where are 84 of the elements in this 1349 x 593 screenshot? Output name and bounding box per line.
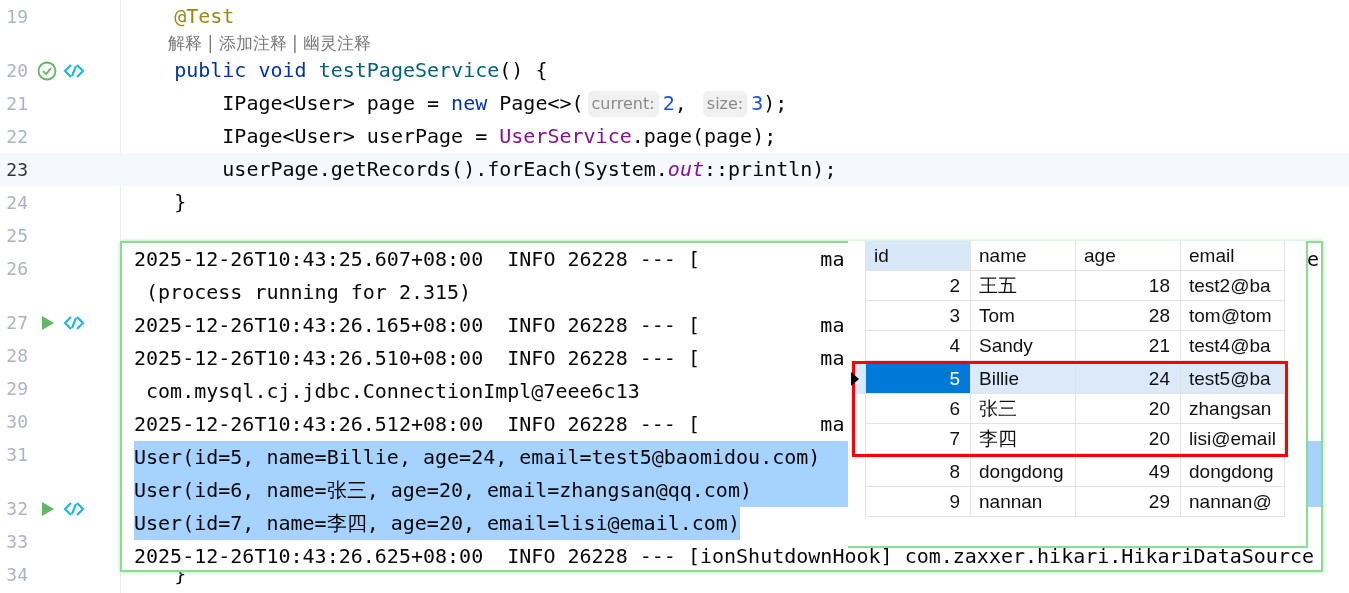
line-number: 30 <box>5 410 28 434</box>
table-cell: lisi@email <box>1181 424 1285 454</box>
console-line: 2025-12-26T10:43:25.607+08:00 INFO 26228 --- [ ma <box>134 246 845 273</box>
table-cell: 20 <box>1076 424 1181 454</box>
table-cell: tom@tom <box>1181 301 1285 331</box>
table-cell: 5 <box>866 364 971 394</box>
code-text: public void <box>173 57 308 84</box>
code-text: Page<>( <box>498 90 584 117</box>
code-text: ::println); <box>704 156 837 183</box>
line-number: 31 <box>5 443 28 467</box>
code-text: @Test <box>173 3 235 30</box>
code-text: , <box>674 90 688 117</box>
line-number: 19 <box>5 5 28 29</box>
console-text: e <box>1306 246 1320 273</box>
code-text: IPage<User> userPage = <box>221 123 489 150</box>
line-number: 27 <box>5 311 28 335</box>
table-cell: 4 <box>866 331 971 361</box>
table-cell: dongdong <box>971 457 1076 487</box>
line-number: 24 <box>5 191 28 215</box>
table-cell: 6 <box>866 394 971 424</box>
line-number: 33 <box>5 530 28 554</box>
console-line: 2025-12-26T10:43:26.512+08:00 INFO 26228 --- [ ma <box>134 411 845 438</box>
table-cell: 王五 <box>971 271 1076 301</box>
table-cell: 8 <box>866 457 971 487</box>
column-header[interactable]: name <box>971 241 1076 271</box>
console-line: User(id=5, name=Billie, age=24, email=test5@baomidou.com) <box>134 444 821 471</box>
table-cell: 24 <box>1076 364 1181 394</box>
table-cell: 18 <box>1076 271 1181 301</box>
table-cell: dongdong <box>1181 457 1285 487</box>
line-number: 21 <box>5 92 28 116</box>
line-number: 29 <box>5 377 28 401</box>
table-cell: nannan <box>971 487 1076 517</box>
check-circle-icon[interactable] <box>37 60 57 81</box>
code-text: () { <box>499 57 548 84</box>
line-number: 23 <box>5 158 28 182</box>
parameter-hint: size: <box>702 90 748 117</box>
table-cell: 2 <box>866 271 971 301</box>
code-text: out <box>667 156 704 183</box>
table-cell: test4@ba <box>1181 331 1285 361</box>
table-cell: Billie <box>971 364 1076 394</box>
line-number: 28 <box>5 344 28 368</box>
code-text: UserService <box>499 123 632 150</box>
code-text: userPage.getRecords().forEach(System. <box>221 156 668 183</box>
column-header[interactable]: email <box>1181 241 1285 271</box>
code-text: ); <box>763 90 788 117</box>
table-cell: 20 <box>1076 394 1181 424</box>
table-cell: 21 <box>1076 331 1181 361</box>
code-text: new <box>451 90 488 117</box>
table-cell: test2@ba <box>1181 271 1285 301</box>
table-cell: zhangsan <box>1181 394 1285 424</box>
table-cell: 28 <box>1076 301 1181 331</box>
table-cell: 3 <box>866 301 971 331</box>
line-number: 26 <box>5 257 28 281</box>
console-line: 2025-12-26T10:43:26.510+08:00 INFO 26228 --- [ ma <box>134 345 845 372</box>
console-line: (process running for 2.315) <box>145 279 472 306</box>
parameter-hint: current: <box>587 90 659 117</box>
code-text: 3 <box>751 90 764 117</box>
console-line: 2025-12-26T10:43:26.165+08:00 INFO 26228 --- [ ma <box>134 312 845 339</box>
line-number: 34 <box>5 563 28 587</box>
line-number: 25 <box>5 224 28 248</box>
console-line: com.mysql.cj.jdbc.ConnectionImpl@7eee6c13 <box>145 378 640 405</box>
line-number: 22 <box>5 125 28 149</box>
console-line: User(id=6, name=张三, age=20, email=zhangsan@qq.com) <box>134 477 752 504</box>
line-number: 20 <box>5 59 28 83</box>
table-cell: 7 <box>866 424 971 454</box>
console-line: 2025-12-26T10:43:26.625+08:00 INFO 26228 --- [ionShutdownHook] com.zaxxer.hikari.HikariDataSource <box>134 543 1315 570</box>
table-cell: 李四 <box>971 424 1076 454</box>
code-text: } <box>173 189 187 216</box>
code-text: .page(page); <box>631 123 777 150</box>
table-cell: 49 <box>1076 457 1181 487</box>
code-text: IPage<User> page = <box>221 90 441 117</box>
column-header[interactable]: age <box>1076 241 1181 271</box>
table-cell: nannan@ <box>1181 487 1285 517</box>
table-cell: test5@ba <box>1181 364 1285 394</box>
table-cell: Sandy <box>971 331 1076 361</box>
code-text: testPageService <box>318 57 500 84</box>
column-header[interactable]: id <box>866 241 971 271</box>
table-cell: 9 <box>866 487 971 517</box>
code-vision-hint[interactable]: 解释 | 添加注释 | 幽灵注释 <box>120 33 1349 54</box>
table-cell: 29 <box>1076 487 1181 517</box>
table-cell: Tom <box>971 301 1076 331</box>
code-text: 2 <box>662 90 675 117</box>
table-cell: 张三 <box>971 394 1076 424</box>
line-number: 32 <box>5 497 28 521</box>
